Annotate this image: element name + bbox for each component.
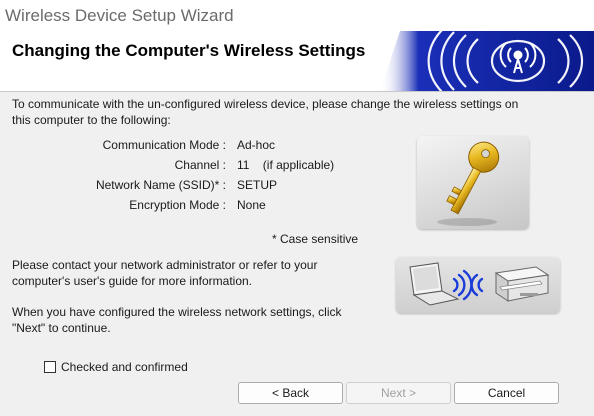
setting-label-channel: Channel : [174, 158, 226, 172]
titlebar: Wireless Device Setup Wizard [0, 0, 594, 32]
setting-value-channel: 11 (if applicable) [237, 158, 335, 172]
back-button[interactable]: < Back [238, 382, 343, 404]
setting-value-encryption-mode: None [237, 198, 266, 212]
setting-label-communication-mode: Communication Mode : [102, 138, 226, 152]
laptop-printer-icon [409, 262, 550, 306]
cancel-button[interactable]: Cancel [454, 382, 559, 404]
case-sensitive-note: * Case sensitive [272, 232, 359, 246]
confirm-checkbox-label[interactable]: Checked and confirmed [61, 360, 188, 374]
setting-label-encryption-mode: Encryption Mode : [129, 198, 226, 212]
key-icon [437, 141, 500, 226]
next-button[interactable]: Next > [346, 382, 451, 404]
setting-value-ssid: SETUP [237, 178, 278, 192]
intro-text: To communicate with the un-configured wi… [12, 97, 519, 127]
setting-value-communication-mode: Ad-hoc [237, 138, 276, 152]
devices-illustration [396, 257, 560, 313]
wireless-signal-icon [380, 31, 594, 91]
confirm-checkbox[interactable] [44, 361, 56, 373]
key-illustration [417, 136, 529, 229]
wizard-banner: Changing the Computer's Wireless Setting… [0, 31, 594, 92]
window-title: Wireless Device Setup Wizard [5, 6, 234, 25]
continue-instruction-text: When you have configured the wireless ne… [12, 305, 342, 335]
setting-label-ssid: Network Name (SSID)* : [95, 178, 226, 192]
page-title: Changing the Computer's Wireless Setting… [12, 41, 366, 60]
contact-admin-text: Please contact your network administrato… [12, 258, 318, 288]
